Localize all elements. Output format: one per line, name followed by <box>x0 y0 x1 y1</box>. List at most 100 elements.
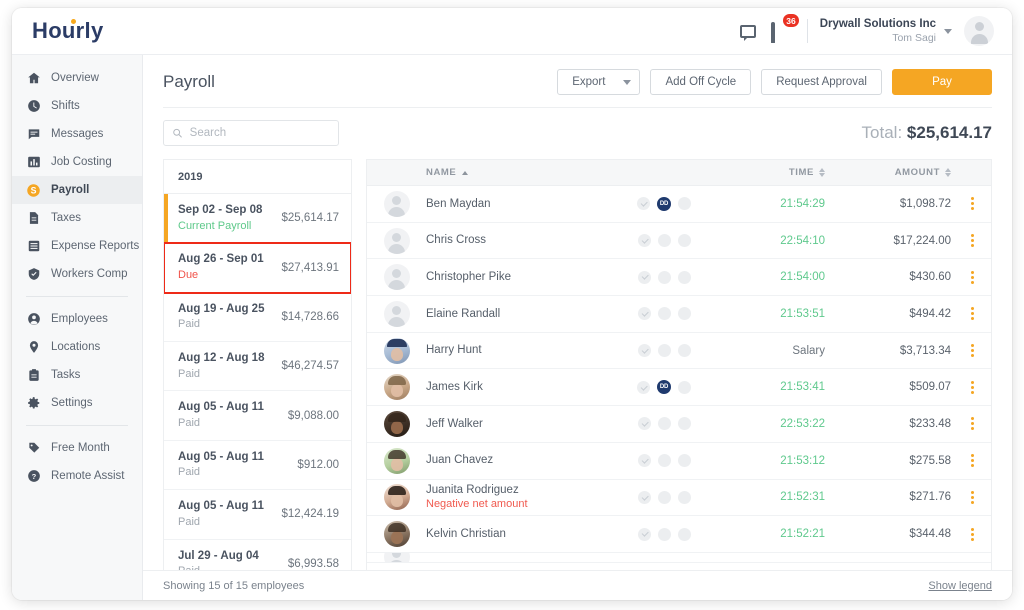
kebab-menu-icon <box>971 381 974 394</box>
row-menu-button[interactable] <box>953 491 991 504</box>
row-menu-button[interactable] <box>953 454 991 467</box>
messages-button[interactable] <box>733 16 763 46</box>
table-row[interactable]: Juan Chavez 21:53:12 $275.58 <box>367 443 991 480</box>
shield-icon <box>26 267 41 282</box>
payroll-period-item[interactable]: Aug 26 - Sep 01 Due $27,413.91 <box>164 243 351 292</box>
show-legend-link[interactable]: Show legend <box>928 580 992 592</box>
payroll-period-item[interactable]: Aug 19 - Aug 25 Paid $14,728.66 <box>164 293 351 342</box>
second-status-icon[interactable] <box>658 528 671 541</box>
table-row[interactable]: Jeff Walker 22:53:22 $233.48 <box>367 406 991 443</box>
user-avatar[interactable] <box>964 16 994 46</box>
notifications-button[interactable]: 36 <box>763 16 793 46</box>
app-logo[interactable]: Hourly <box>32 20 103 42</box>
check-status-icon[interactable] <box>638 271 651 284</box>
table-row[interactable]: James Kirk DD 21:53:41 $509.07 <box>367 369 991 406</box>
check-status-icon[interactable] <box>637 197 650 210</box>
request-approval-button[interactable]: Request Approval <box>761 69 882 95</box>
table-row[interactable]: Ben Maydan DD 21:54:29 $1,098.72 <box>367 186 991 223</box>
avatar <box>384 301 410 327</box>
row-menu-button[interactable] <box>953 344 991 357</box>
add-off-cycle-button[interactable]: Add Off Cycle <box>650 69 751 95</box>
status-icons: DD <box>637 380 701 394</box>
pay-button[interactable]: Pay <box>892 69 992 95</box>
row-menu-button[interactable] <box>953 197 991 210</box>
check-status-icon[interactable] <box>638 528 651 541</box>
sidebar-item-workers-comp[interactable]: Workers Comp <box>12 260 142 288</box>
third-status-icon[interactable] <box>678 307 691 320</box>
check-status-icon[interactable] <box>638 417 651 430</box>
third-status-icon[interactable] <box>678 197 691 210</box>
account-info[interactable]: Drywall Solutions Inc Tom Sagi <box>820 17 936 45</box>
check-status-icon[interactable] <box>638 491 651 504</box>
second-status-icon[interactable] <box>658 344 671 357</box>
third-status-icon[interactable] <box>678 381 691 394</box>
avatar-cell <box>367 301 426 327</box>
sidebar-item-locations[interactable]: Locations <box>12 333 142 361</box>
payroll-period-item[interactable]: Jul 29 - Aug 04 Paid $6,993.58 <box>164 540 351 570</box>
check-status-icon[interactable] <box>638 454 651 467</box>
sidebar-item-free-month[interactable]: Free Month <box>12 434 142 462</box>
check-status-icon[interactable] <box>638 307 651 320</box>
export-button[interactable]: Export <box>557 69 640 95</box>
table-row[interactable]: Juanita Rodriguez Negative net amount 21… <box>367 480 991 517</box>
employee-name: Ben Maydan <box>426 197 491 211</box>
third-status-icon[interactable] <box>678 417 691 430</box>
direct-deposit-badge[interactable]: DD <box>657 380 671 394</box>
sidebar-item-employees[interactable]: Employees <box>12 305 142 333</box>
time-value: 21:53:51 <box>701 308 825 320</box>
second-status-icon[interactable] <box>658 234 671 247</box>
sidebar-item-expense-reports[interactable]: Expense Reports <box>12 232 142 260</box>
payroll-period-item[interactable]: Aug 05 - Aug 11 Paid $912.00 <box>164 441 351 490</box>
sidebar-item-remote-assist[interactable]: ? Remote Assist <box>12 462 142 490</box>
table-row[interactable]: Christopher Pike 21:54:00 $430.60 <box>367 259 991 296</box>
table-row[interactable] <box>367 553 991 563</box>
direct-deposit-badge[interactable]: DD <box>657 197 671 211</box>
sidebar-item-taxes[interactable]: Taxes <box>12 204 142 232</box>
table-row[interactable]: Harry Hunt Salary $3,713.34 <box>367 333 991 370</box>
row-menu-button[interactable] <box>953 417 991 430</box>
second-status-icon[interactable] <box>658 271 671 284</box>
second-status-icon[interactable] <box>658 454 671 467</box>
third-status-icon[interactable] <box>678 234 691 247</box>
search-row: Total: $25,614.17 <box>143 108 1012 146</box>
sidebar-item-job-costing[interactable]: Job Costing <box>12 148 142 176</box>
row-menu-button[interactable] <box>953 307 991 320</box>
payroll-period-item[interactable]: Aug 12 - Aug 18 Paid $46,274.57 <box>164 342 351 391</box>
chevron-down-icon[interactable] <box>944 29 952 34</box>
payroll-period-item[interactable]: Sep 02 - Sep 08 Current Payroll $25,614.… <box>164 194 351 243</box>
column-header-time[interactable]: TIME <box>701 167 825 178</box>
check-status-icon[interactable] <box>638 234 651 247</box>
payroll-period-item[interactable]: Aug 05 - Aug 11 Paid $12,424.19 <box>164 490 351 539</box>
row-menu-button[interactable] <box>953 234 991 247</box>
sidebar-item-tasks[interactable]: Tasks <box>12 361 142 389</box>
table-row[interactable]: Elaine Randall 21:53:51 $494.42 <box>367 296 991 333</box>
search-input[interactable] <box>190 127 330 139</box>
row-menu-button[interactable] <box>953 528 991 541</box>
column-header-name[interactable]: NAME <box>367 167 468 178</box>
second-status-icon[interactable] <box>658 417 671 430</box>
sort-ascending-icon <box>462 171 468 175</box>
second-status-icon[interactable] <box>658 307 671 320</box>
row-menu-button[interactable] <box>953 271 991 284</box>
column-header-amount[interactable]: AMOUNT <box>825 167 953 178</box>
payroll-period-item[interactable]: Aug 05 - Aug 11 Paid $9,088.00 <box>164 391 351 440</box>
sidebar-item-shifts[interactable]: Shifts <box>12 92 142 120</box>
sidebar-label: Messages <box>51 128 103 140</box>
third-status-icon[interactable] <box>678 454 691 467</box>
kebab-menu-icon <box>971 344 974 357</box>
sidebar-item-overview[interactable]: Overview <box>12 64 142 92</box>
table-row[interactable]: Chris Cross 22:54:10 $17,224.00 <box>367 223 991 260</box>
table-row[interactable]: Kelvin Christian 21:52:21 $344.48 <box>367 516 991 553</box>
check-status-icon[interactable] <box>638 344 651 357</box>
check-status-icon[interactable] <box>637 381 650 394</box>
third-status-icon[interactable] <box>678 528 691 541</box>
sidebar-item-settings[interactable]: Settings <box>12 389 142 417</box>
row-menu-button[interactable] <box>953 381 991 394</box>
sidebar-item-payroll[interactable]: S Payroll <box>12 176 142 204</box>
second-status-icon[interactable] <box>658 491 671 504</box>
third-status-icon[interactable] <box>678 271 691 284</box>
sidebar-item-messages[interactable]: Messages <box>12 120 142 148</box>
search-box[interactable] <box>163 120 339 146</box>
third-status-icon[interactable] <box>678 491 691 504</box>
third-status-icon[interactable] <box>678 344 691 357</box>
